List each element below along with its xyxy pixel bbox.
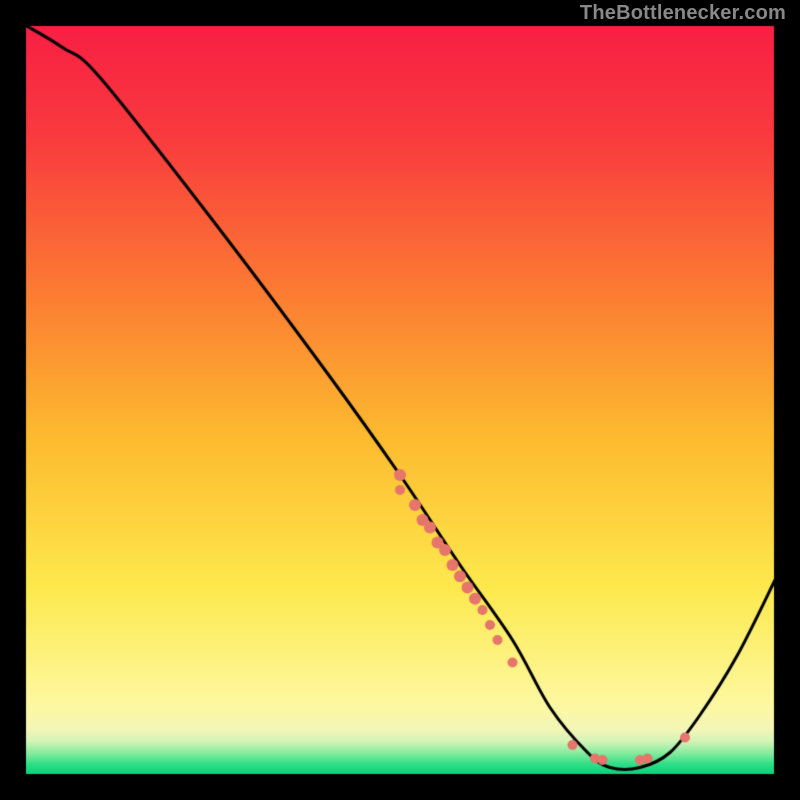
chart-canvas [0, 0, 800, 800]
chart-container: TheBottlenecker.com [0, 0, 800, 800]
